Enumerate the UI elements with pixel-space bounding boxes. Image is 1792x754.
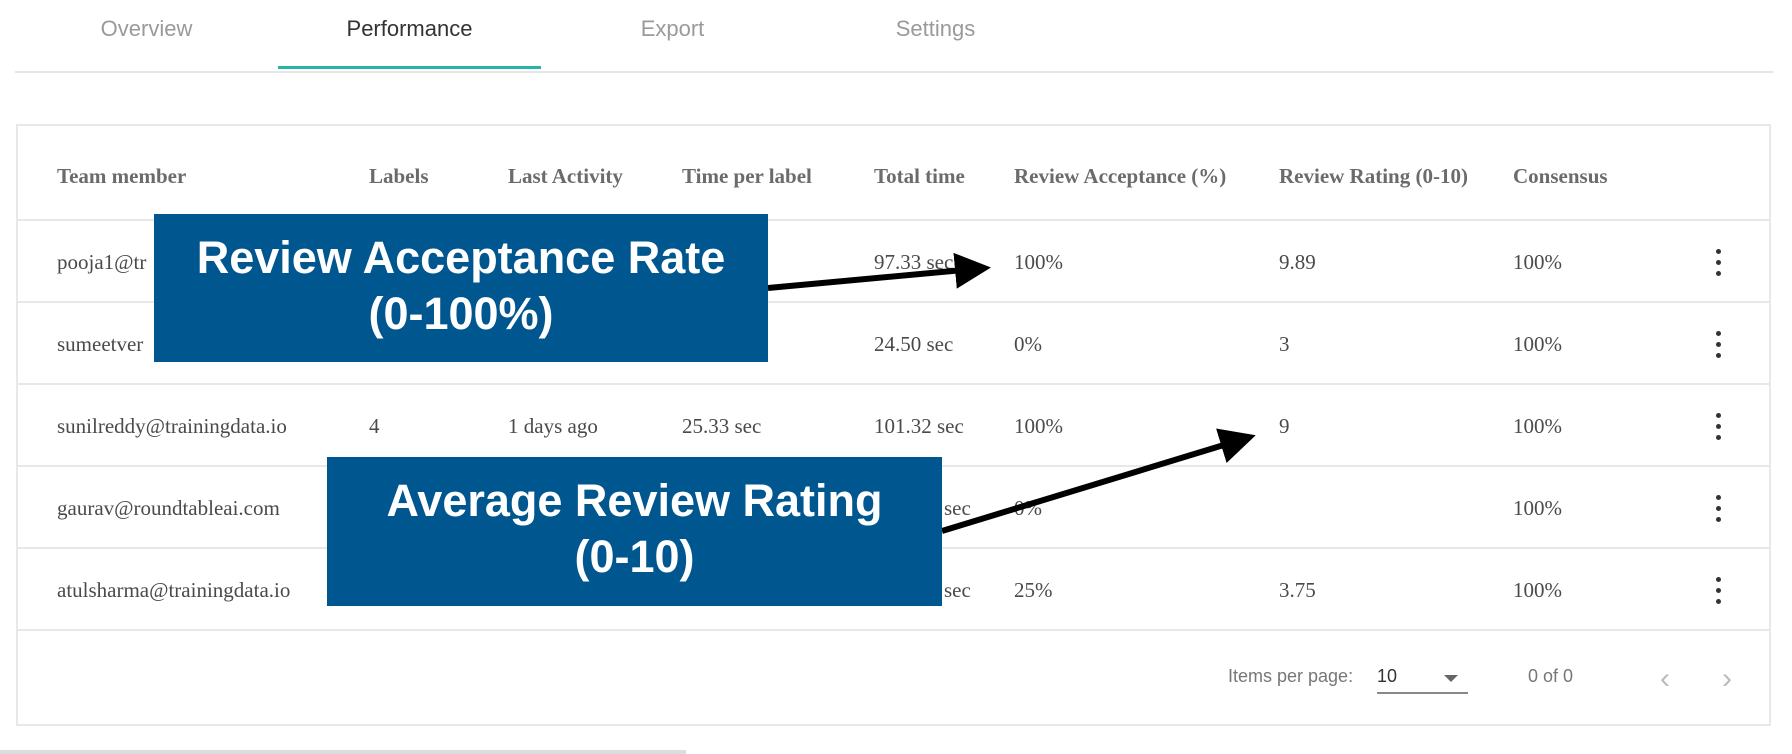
annotation-line: (0-100%) xyxy=(368,288,554,339)
arrow-to-acceptance xyxy=(767,252,991,291)
annotation-line: (0-10) xyxy=(574,531,695,582)
arrow-to-rating xyxy=(941,428,1256,534)
annotation-arrows xyxy=(767,252,1256,534)
annotation-line: Review Acceptance Rate xyxy=(196,232,726,283)
horizontal-scrollbar[interactable] xyxy=(0,750,686,754)
annotation-line: Average Review Rating xyxy=(386,475,883,526)
annotation-review-acceptance: Review Acceptance Rate (0-100%) xyxy=(154,214,768,362)
annotation-review-rating: Average Review Rating (0-10) xyxy=(327,457,942,606)
